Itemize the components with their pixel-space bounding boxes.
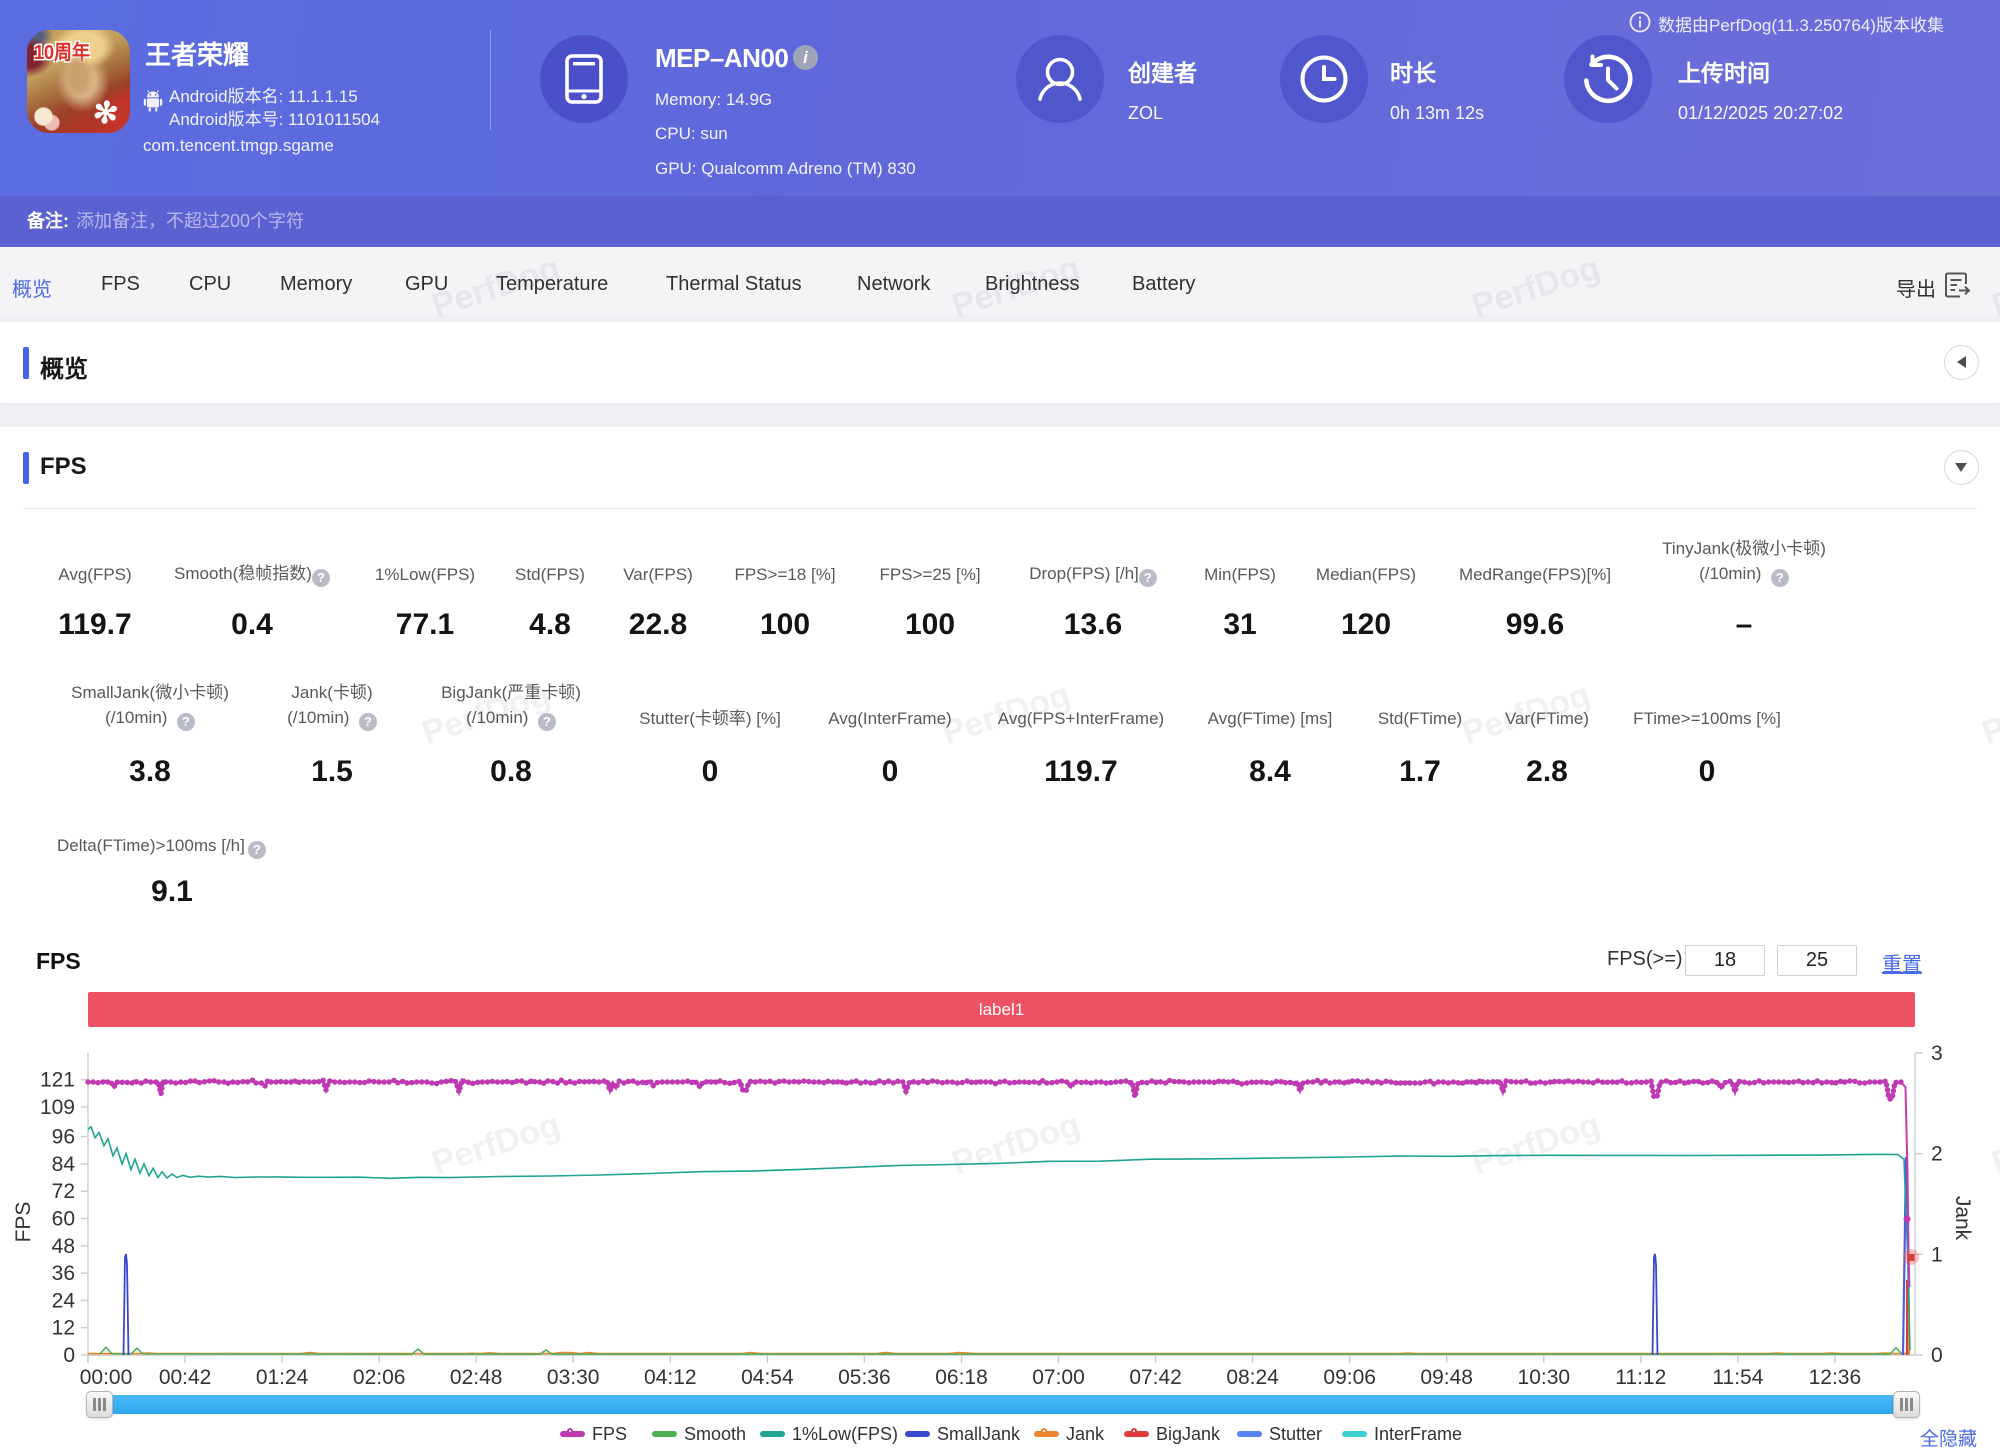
svg-text:0: 0 [63, 1344, 75, 1367]
svg-text:1: 1 [1931, 1243, 1943, 1266]
svg-text:84: 84 [52, 1153, 76, 1176]
svg-text:03:30: 03:30 [547, 1366, 600, 1389]
svg-text:48: 48 [52, 1235, 75, 1258]
svg-text:09:06: 09:06 [1323, 1366, 1376, 1389]
svg-text:3: 3 [1931, 1042, 1943, 1065]
svg-text:01:24: 01:24 [256, 1366, 309, 1389]
svg-text:09:48: 09:48 [1420, 1366, 1473, 1389]
svg-text:12:36: 12:36 [1809, 1366, 1862, 1389]
svg-text:02:06: 02:06 [353, 1366, 406, 1389]
svg-text:11:12: 11:12 [1615, 1366, 1666, 1389]
svg-text:FPS: FPS [12, 1202, 35, 1243]
svg-text:Jank: Jank [1951, 1196, 1974, 1241]
svg-text:96: 96 [52, 1126, 75, 1149]
svg-text:72: 72 [52, 1180, 75, 1203]
svg-text:121: 121 [40, 1069, 75, 1092]
svg-text:36: 36 [52, 1262, 75, 1285]
svg-text:2: 2 [1931, 1143, 1943, 1166]
svg-text:08:24: 08:24 [1226, 1366, 1279, 1389]
svg-text:04:12: 04:12 [644, 1366, 697, 1389]
svg-text:11:54: 11:54 [1712, 1366, 1763, 1389]
svg-text:109: 109 [40, 1096, 75, 1119]
svg-text:00:42: 00:42 [159, 1366, 212, 1389]
svg-text:05:36: 05:36 [838, 1366, 891, 1389]
svg-text:10:30: 10:30 [1518, 1366, 1571, 1389]
svg-text:02:48: 02:48 [450, 1366, 503, 1389]
svg-text:00:00: 00:00 [80, 1366, 133, 1389]
svg-text:07:00: 07:00 [1032, 1366, 1085, 1389]
svg-text:12: 12 [52, 1317, 75, 1340]
svg-text:60: 60 [52, 1208, 75, 1231]
svg-text:06:18: 06:18 [935, 1366, 988, 1389]
svg-text:0: 0 [1931, 1344, 1943, 1367]
svg-text:07:42: 07:42 [1129, 1366, 1182, 1389]
svg-text:24: 24 [52, 1289, 76, 1312]
svg-text:04:54: 04:54 [741, 1366, 794, 1389]
